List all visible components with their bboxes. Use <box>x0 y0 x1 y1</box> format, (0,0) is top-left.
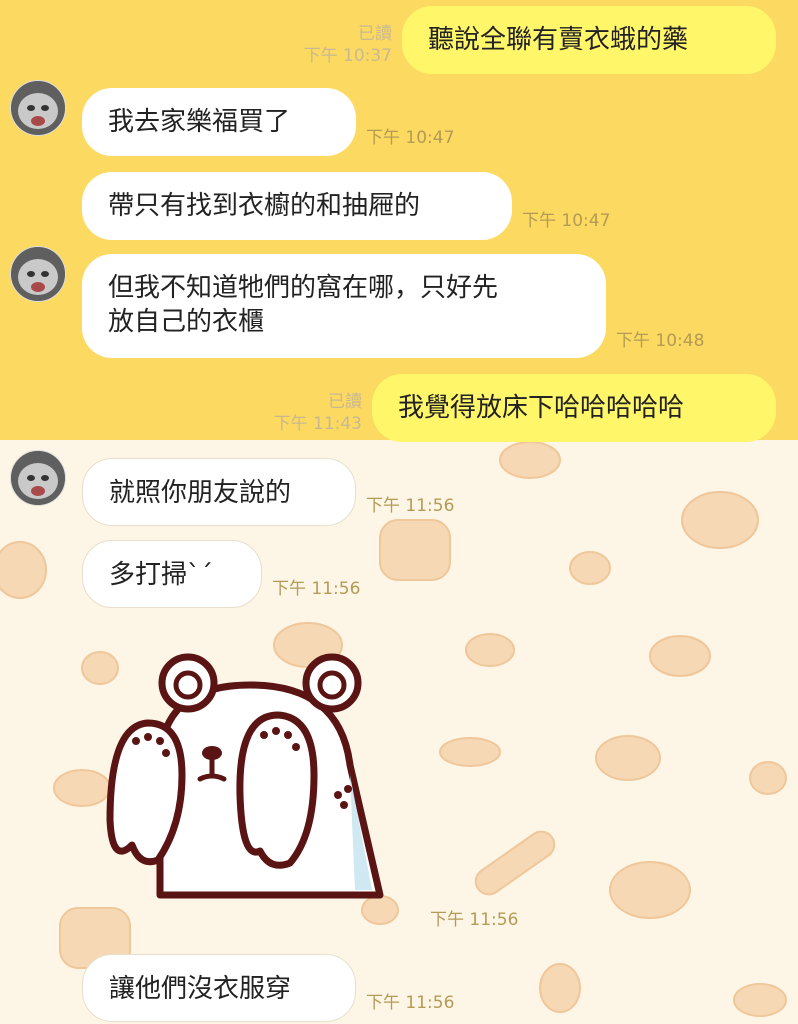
incoming-message-bubble[interactable]: 帶只有找到衣櫥的和抽屜的 <box>82 172 512 240</box>
message-text: 帶只有找到衣櫥的和抽屜的 <box>108 191 421 221</box>
message-timestamp: 下午 10:37 <box>303 46 392 66</box>
message-timestamp: 下午 11:56 <box>272 579 361 599</box>
message-timestamp: 下午 10:47 <box>366 128 455 148</box>
message-text: 讓他們沒衣服穿 <box>109 974 292 1004</box>
cat-avatar-icon <box>11 451 65 505</box>
message-text: 聽說全聯有賣衣蛾的藥 <box>428 25 689 55</box>
message-text: 就照你朋友說的 <box>109 478 292 508</box>
outgoing-message-bubble[interactable]: 聽說全聯有賣衣蛾的藥 <box>402 6 776 74</box>
contact-avatar[interactable] <box>10 246 66 302</box>
read-receipt: 已讀 <box>358 24 392 44</box>
message-text: 多打掃`´ <box>109 560 214 590</box>
message-timestamp: 下午 10:47 <box>522 211 611 231</box>
incoming-message-bubble[interactable]: 多打掃`´ <box>82 540 262 608</box>
outgoing-message-bubble[interactable]: 我覺得放床下哈哈哈哈哈 <box>372 374 776 442</box>
cat-avatar-icon <box>11 247 65 301</box>
incoming-message-bubble[interactable]: 我去家樂福買了 <box>82 88 356 156</box>
message-timestamp: 下午 11:43 <box>273 414 362 434</box>
incoming-message-bubble[interactable]: 但我不知道牠們的窩在哪，只好先 放自己的衣櫃 <box>82 254 606 358</box>
contact-avatar[interactable] <box>10 80 66 136</box>
bear-covering-face-sticker[interactable] <box>100 645 400 905</box>
incoming-message-bubble[interactable]: 就照你朋友說的 <box>82 458 356 526</box>
message-timestamp: 下午 10:48 <box>616 331 705 351</box>
message-text-line: 但我不知道牠們的窩在哪，只好先 <box>108 273 499 303</box>
message-timestamp: 下午 11:56 <box>430 910 519 930</box>
incoming-message-bubble[interactable]: 讓他們沒衣服穿 <box>82 954 356 1022</box>
message-timestamp: 下午 11:56 <box>366 496 455 516</box>
contact-avatar[interactable] <box>10 450 66 506</box>
message-timestamp: 下午 11:56 <box>366 993 455 1013</box>
cat-avatar-icon <box>11 81 65 135</box>
read-receipt: 已讀 <box>328 392 362 412</box>
message-text: 我去家樂福買了 <box>108 107 291 137</box>
message-text: 我覺得放床下哈哈哈哈哈 <box>398 393 685 423</box>
message-text-line: 放自己的衣櫃 <box>108 307 265 337</box>
bear-sticker-icon <box>106 653 384 899</box>
